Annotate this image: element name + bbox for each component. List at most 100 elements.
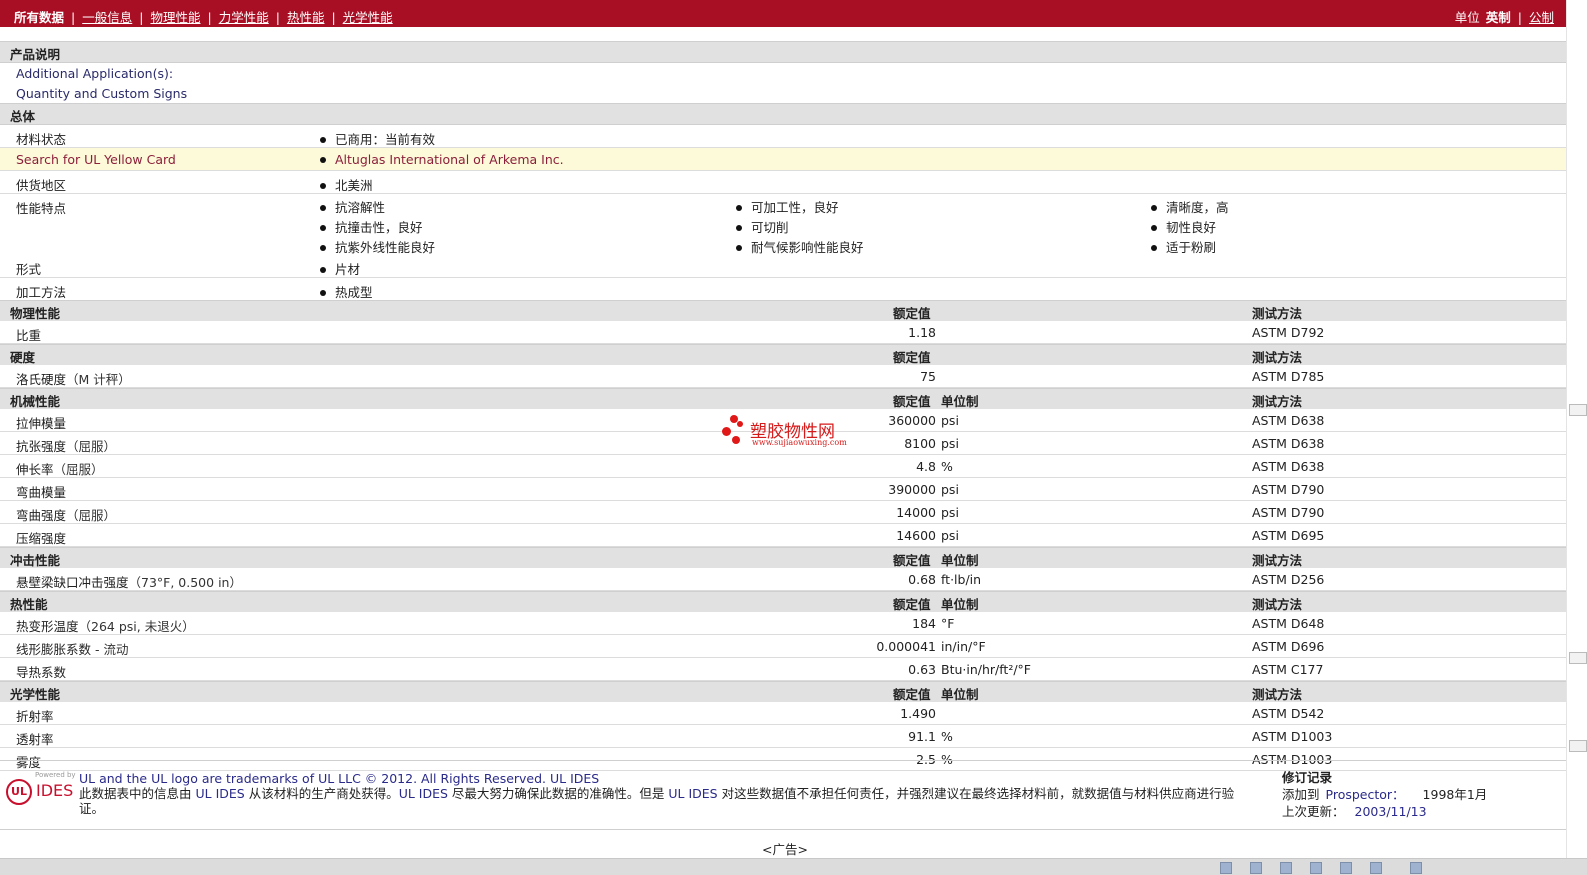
product-description-line: Additional Application(s): xyxy=(16,66,174,81)
property-test-method: ASTM D1003 xyxy=(1252,729,1333,744)
general-row-form: 形式 片材 xyxy=(0,255,1566,278)
tab-all-data[interactable]: 所有数据 xyxy=(14,7,64,26)
section-title: 冲击性能 xyxy=(10,553,61,568)
status-icon xyxy=(1280,862,1292,874)
property-test-method: ASTM D695 xyxy=(1252,528,1325,543)
watermark-dot xyxy=(732,436,740,444)
section-header: 光学性能 额定值 单位制 测试方法 xyxy=(0,681,1566,703)
scrollbar-marker[interactable] xyxy=(1569,740,1587,752)
units-separator: | xyxy=(1517,10,1522,25)
property-test-method: ASTM D792 xyxy=(1252,325,1325,340)
bullet-icon xyxy=(736,244,742,251)
yellow-card-link[interactable]: Search for UL Yellow Card xyxy=(16,152,176,167)
property-label: 弯曲模量 xyxy=(16,485,67,500)
status-icon xyxy=(1250,862,1262,874)
property-row: 比重 1.18 ASTM D792 xyxy=(0,321,1566,344)
property-condition: （264 psi, 未退火） xyxy=(78,619,195,634)
section-title: 光学性能 xyxy=(10,687,61,702)
property-test-method: ASTM D638 xyxy=(1252,436,1325,451)
property-unit: Btu·in/hr/ft²/°F xyxy=(941,662,1031,677)
property-test-method: ASTM D256 xyxy=(1252,572,1325,587)
property-value: 14600 xyxy=(896,528,936,543)
property-condition: （M 计秤） xyxy=(66,372,131,387)
property-unit: % xyxy=(941,459,953,474)
property-label: 伸长率（屈服） xyxy=(16,462,104,477)
section-header: 硬度 额定值 测试方法 xyxy=(0,344,1566,366)
feature-item: 抗溶解性 xyxy=(320,198,435,218)
bullet-icon xyxy=(320,182,326,189)
property-value: 91.1 xyxy=(908,729,936,744)
property-test-method: ASTM D542 xyxy=(1252,706,1325,721)
tab-separator: | xyxy=(331,10,336,25)
section-header-general: 总体 xyxy=(0,103,1566,125)
tab-optical[interactable]: 光学性能 xyxy=(343,7,393,26)
row-value: Altuglas International of Arkema Inc. xyxy=(320,152,564,167)
property-condition: （屈服） xyxy=(66,439,117,454)
row-value: 已商用：当前有效 xyxy=(320,129,435,148)
property-unit: psi xyxy=(941,436,959,451)
property-unit: psi xyxy=(941,528,959,543)
status-value: 已商用：当前有效 xyxy=(335,132,436,147)
bullet-icon xyxy=(320,204,326,211)
general-row-process: 加工方法 热成型 xyxy=(0,278,1566,301)
tab-thermal[interactable]: 热性能 xyxy=(287,7,325,26)
revision-added: 添加到 Prospector： 1998年1月 xyxy=(1282,787,1488,802)
bullet-icon xyxy=(320,136,326,143)
status-icon xyxy=(1370,862,1382,874)
tab-separator: | xyxy=(207,10,212,25)
property-test-method: ASTM D790 xyxy=(1252,482,1325,497)
tab-separator: | xyxy=(139,10,144,25)
row-label: 加工方法 xyxy=(16,285,67,300)
scrollbar-marker[interactable] xyxy=(1569,652,1587,664)
property-test-method: ASTM D696 xyxy=(1252,639,1325,654)
property-row: 伸长率（屈服） 4.8% ASTM D638 xyxy=(0,455,1566,478)
units-metric[interactable]: 公制 xyxy=(1529,10,1554,25)
property-row: 导热系数 0.63 Btu·in/hr/ft²/°F ASTM C177 xyxy=(0,658,1566,681)
property-value: 0.68 xyxy=(908,572,936,587)
property-unit: psi xyxy=(941,413,959,428)
property-label: 折射率 xyxy=(16,709,54,724)
row-label: 供货地区 xyxy=(16,178,67,193)
property-unit: psi xyxy=(941,482,959,497)
vertical-scrollbar[interactable] xyxy=(1566,0,1587,860)
property-value: 4.8 xyxy=(916,459,936,474)
bullet-icon xyxy=(320,244,326,251)
property-row: 弯曲强度（屈服） 14000 psi ASTM D790 xyxy=(0,501,1566,524)
feature-item: 可加工性，良好 xyxy=(736,198,864,218)
unit-header: 单位制 xyxy=(941,687,979,702)
scrollbar-marker[interactable] xyxy=(1569,404,1587,416)
bullet-icon xyxy=(320,224,326,231)
feature-item: 韧性良好 xyxy=(1151,218,1229,238)
property-row: 透射率 91.1% ASTM D1003 xyxy=(0,725,1566,748)
test-method-header: 测试方法 xyxy=(1252,687,1303,702)
property-label: 热变形温度（264 psi, 未退火） xyxy=(16,619,195,634)
process-value: 热成型 xyxy=(335,285,373,300)
watermark-dot xyxy=(737,421,743,427)
property-value: 0.000041 xyxy=(876,639,936,654)
watermark-url: www.sujiaowuxing.com xyxy=(752,438,847,447)
watermark-dot xyxy=(722,427,731,436)
section-title: 产品说明 xyxy=(10,47,61,62)
property-label: 比重 xyxy=(16,328,42,343)
footer: Powered by UL IDES UL and the UL logo ar… xyxy=(0,760,1566,830)
property-value: 1.18 xyxy=(908,325,936,340)
tab-physical[interactable]: 物理性能 xyxy=(150,7,200,26)
bullet-icon xyxy=(1151,244,1157,251)
property-label: 悬壁梁缺口冲击强度（73°F, 0.500 in） xyxy=(16,575,242,590)
feature-item: 抗撞击性，良好 xyxy=(320,218,435,238)
tab-separator: | xyxy=(275,10,280,25)
nominal-header: 额定值 xyxy=(893,687,931,702)
revision-title: 修订记录 xyxy=(1282,770,1333,785)
test-method-header: 测试方法 xyxy=(1252,394,1303,409)
property-value: 75 xyxy=(920,369,936,384)
test-method-header: 测试方法 xyxy=(1252,350,1303,365)
units-imperial[interactable]: 英制 xyxy=(1486,10,1511,25)
supplier-link[interactable]: Altuglas International of Arkema Inc. xyxy=(335,152,564,167)
general-row-region: 供货地区 北美洲 xyxy=(0,171,1566,194)
status-icon xyxy=(1310,862,1322,874)
tab-general-info[interactable]: 一般信息 xyxy=(82,7,132,26)
property-value: 1.490 xyxy=(900,706,936,721)
property-condition: （73°F, 0.500 in） xyxy=(128,575,242,590)
tab-mechanical[interactable]: 力学性能 xyxy=(219,7,269,26)
form-value: 片材 xyxy=(335,262,361,277)
